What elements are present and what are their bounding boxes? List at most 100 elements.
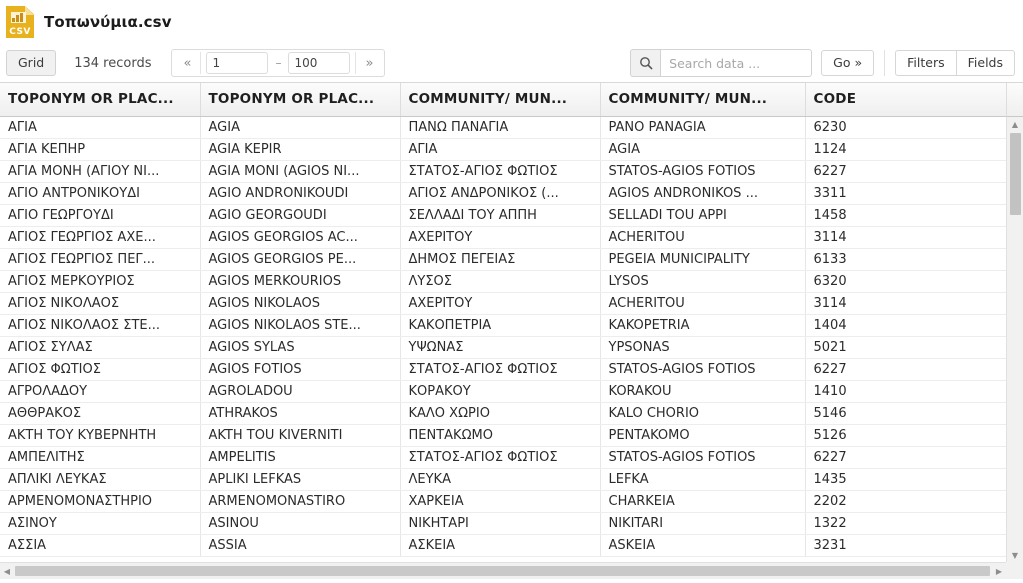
grid-view-button[interactable]: Grid — [6, 50, 57, 76]
table-cell[interactable]: 6230 — [805, 116, 1007, 139]
scroll-left-arrow-icon[interactable]: ◀ — [0, 563, 14, 579]
table-row[interactable]: ΑΓΙΑ ΚΕΠΗΡ AGIA KEPIR ΑΓΙΑ AGIA 1124 — [0, 138, 1007, 161]
table-cell[interactable]: AMPELITIS — [200, 446, 401, 469]
table-cell[interactable]: ΑΠΛΙΚΙ ΛΕΥΚΑΣ — [0, 468, 201, 491]
table-cell[interactable]: 1322 — [805, 512, 1007, 535]
table-cell[interactable]: ΥΨΩΝΑΣ — [400, 336, 601, 359]
table-cell[interactable]: AGIA — [600, 138, 806, 161]
table-cell[interactable]: AGIOS NIKOLAOS STE... — [200, 314, 401, 337]
table-cell[interactable]: 1410 — [805, 380, 1007, 403]
table-row[interactable]: ΑΡΜΕΝΟΜΟΝΑΣΤΗΡΙΟ ARMENOMONASTIRO ΧΑΡΚΕΙΑ CH… — [0, 490, 1007, 513]
table-cell[interactable]: ΑΧΕΡΙΤΟΥ — [400, 226, 601, 249]
table-cell[interactable]: ΑΓΙΟΣ ΓΕΩΡΓΙΟΣ ΑΧΕ... — [0, 226, 201, 249]
table-row[interactable]: ΑΓΙΟΣ ΝΙΚΟΛΑΟΣ ΣΤΕ... AGIOS NIKOLAOS STE.… — [0, 314, 1007, 337]
table-cell[interactable]: SELLADI TOU APPI — [600, 204, 806, 227]
table-cell[interactable]: 1458 — [805, 204, 1007, 227]
first-page-button[interactable]: « — [174, 51, 200, 75]
table-cell[interactable]: ΛΥΣΟΣ — [400, 270, 601, 293]
table-cell[interactable]: 5126 — [805, 424, 1007, 447]
column-header-toponym-en[interactable]: TOPONYM OR PLAC... — [200, 83, 401, 117]
table-cell[interactable]: 6227 — [805, 358, 1007, 381]
table-row[interactable]: ΑΘΘΡΑΚΟΣ ATHRAKOS ΚΑΛΟ ΧΩΡΙΟ KALO CHORIO 514… — [0, 402, 1007, 425]
table-row[interactable]: ΑΣΣΙΑ ASSIA ΑΣΚΕΙΑ ASKEIA 3231 — [0, 534, 1007, 557]
table-cell[interactable]: KAKOPETRIA — [600, 314, 806, 337]
table-cell[interactable]: ΑΓΙΑ ΜΟΝΗ (ΑΓΙΟΥ ΝΙ... — [0, 160, 201, 183]
table-row[interactable]: ΑΠΛΙΚΙ ΛΕΥΚΑΣ APLIKI LEFKAS ΛΕΥΚΑ LEFKA 1435 — [0, 468, 1007, 491]
search-icon[interactable] — [630, 49, 661, 77]
table-cell[interactable]: ΑΡΜΕΝΟΜΟΝΑΣΤΗΡΙΟ — [0, 490, 201, 513]
page-from-input[interactable] — [206, 52, 269, 74]
table-row[interactable]: ΑΓΡΟΛΑΔΟΥ AGROLADOU ΚΟΡΑΚΟΥ KORAKOU 1410 — [0, 380, 1007, 403]
table-cell[interactable]: AGIOS GEORGIOS PE... — [200, 248, 401, 271]
table-cell[interactable]: 1124 — [805, 138, 1007, 161]
scroll-up-arrow-icon[interactable]: ▲ — [1007, 117, 1023, 131]
table-cell[interactable]: AGIOS GEORGIOS AC... — [200, 226, 401, 249]
table-cell[interactable]: ΠΑΝΩ ΠΑΝΑΓΙΑ — [400, 116, 601, 139]
table-cell[interactable]: ΑΓΙΟ ΑΝΤΡΟΝΙΚΟΥΔΙ — [0, 182, 201, 205]
column-header-community-en[interactable]: COMMUNITY/ MUN... — [600, 83, 806, 117]
table-cell[interactable]: ΑΓΙΟΣ ΓΕΩΡΓΙΟΣ ΠΕΓ... — [0, 248, 201, 271]
scroll-down-arrow-icon[interactable]: ▼ — [1007, 548, 1023, 562]
table-cell[interactable]: ACHERITOU — [600, 226, 806, 249]
table-cell[interactable]: 5146 — [805, 402, 1007, 425]
table-row[interactable]: ΑΓΙΟ ΓΕΩΡΓΟΥΔΙ AGIO GEORGOUDI ΣΕΛΛΑΔΙ ΤΟΥ … — [0, 204, 1007, 227]
table-cell[interactable]: ΑΣΙΝΟΥ — [0, 512, 201, 535]
table-cell[interactable]: AGIO ANDRONIKOUDI — [200, 182, 401, 205]
table-cell[interactable]: 6320 — [805, 270, 1007, 293]
table-cell[interactable]: ΑΓΙΑ ΚΕΠΗΡ — [0, 138, 201, 161]
table-cell[interactable]: STATOS-AGIOS FOTIOS — [600, 358, 806, 381]
vertical-scrollbar[interactable]: ▲ ▼ — [1006, 117, 1023, 562]
table-cell[interactable]: CHARKEIA — [600, 490, 806, 513]
table-row[interactable]: ΑΓΙΟΣ ΓΕΩΡΓΙΟΣ ΑΧΕ... AGIOS GEORGIOS AC..… — [0, 226, 1007, 249]
table-cell[interactable]: 6133 — [805, 248, 1007, 271]
table-row[interactable]: ΑΚΤΗ ΤΟΥ ΚΥΒΕΡΝΗΤΗ AKTH TOU KIVERNITI ΠΕΝΤ… — [0, 424, 1007, 447]
table-row[interactable]: ΑΓΙΟ ΑΝΤΡΟΝΙΚΟΥΔΙ AGIO ANDRONIKOUDI ΑΓΙΟΣ … — [0, 182, 1007, 205]
search-go-button[interactable]: Go » — [821, 50, 875, 76]
table-row[interactable]: ΑΓΙΑ AGIA ΠΑΝΩ ΠΑΝΑΓΙΑ PANO PANAGIA 6230 — [0, 116, 1007, 139]
table-cell[interactable]: ΑΓΙΟ ΓΕΩΡΓΟΥΔΙ — [0, 204, 201, 227]
table-cell[interactable]: ΑΘΘΡΑΚΟΣ — [0, 402, 201, 425]
table-cell[interactable]: ΑΓΙΟΣ ΜΕΡΚΟΥΡΙΟΣ — [0, 270, 201, 293]
search-input[interactable] — [660, 49, 813, 77]
table-cell[interactable]: AGIOS ANDRONIKOS ... — [600, 182, 806, 205]
table-cell[interactable]: LEFKA — [600, 468, 806, 491]
column-header-toponym-gr[interactable]: TOPONYM OR PLAC... — [0, 83, 201, 117]
table-row[interactable]: ΑΓΙΟΣ ΦΩΤΙΟΣ AGIOS FOTIOS ΣΤΑΤΟΣ-ΑΓΙΟΣ ΦΩΤ… — [0, 358, 1007, 381]
table-cell[interactable]: STATOS-AGIOS FOTIOS — [600, 446, 806, 469]
horizontal-scroll-thumb[interactable] — [15, 566, 990, 576]
table-cell[interactable]: ΝΙΚΗΤΑΡΙ — [400, 512, 601, 535]
table-cell[interactable]: ΚΑΛΟ ΧΩΡΙΟ — [400, 402, 601, 425]
table-cell[interactable]: APLIKI LEFKAS — [200, 468, 401, 491]
table-cell[interactable]: 3114 — [805, 292, 1007, 315]
table-cell[interactable]: 1435 — [805, 468, 1007, 491]
table-cell[interactable]: 5021 — [805, 336, 1007, 359]
table-cell[interactable]: ΑΓΡΟΛΑΔΟΥ — [0, 380, 201, 403]
table-cell[interactable]: 3311 — [805, 182, 1007, 205]
table-cell[interactable]: ΑΓΙΟΣ ΣΥΛΑΣ — [0, 336, 201, 359]
table-cell[interactable]: AKTH TOU KIVERNITI — [200, 424, 401, 447]
table-row[interactable]: ΑΓΙΟΣ ΓΕΩΡΓΙΟΣ ΠΕΓ... AGIOS GEORGIOS PE..… — [0, 248, 1007, 271]
table-row[interactable]: ΑΓΙΟΣ ΣΥΛΑΣ AGIOS SYLAS ΥΨΩΝΑΣ YPSONAS 5021 — [0, 336, 1007, 359]
table-row[interactable]: ΑΜΠΕΛΙΤΗΣ AMPELITIS ΣΤΑΤΟΣ-ΑΓΙΟΣ ΦΩΤΙΟΣ STA… — [0, 446, 1007, 469]
filters-button[interactable]: Filters — [895, 50, 957, 76]
table-cell[interactable]: AGIA — [200, 116, 401, 139]
table-cell[interactable]: LYSOS — [600, 270, 806, 293]
table-cell[interactable]: AGIOS SYLAS — [200, 336, 401, 359]
table-cell[interactable]: 6227 — [805, 160, 1007, 183]
table-cell[interactable]: ΣΤΑΤΟΣ-ΑΓΙΟΣ ΦΩΤΙΟΣ — [400, 358, 601, 381]
table-cell[interactable]: ΔΗΜΟΣ ΠΕΓΕΙΑΣ — [400, 248, 601, 271]
table-cell[interactable]: ARMENOMONASTIRO — [200, 490, 401, 513]
table-cell[interactable]: ΣΕΛΛΑΔΙ ΤΟΥ ΑΠΠΗ — [400, 204, 601, 227]
table-cell[interactable]: AGIOS NIKOLAOS — [200, 292, 401, 315]
table-cell[interactable]: STATOS-AGIOS FOTIOS — [600, 160, 806, 183]
table-cell[interactable]: KORAKOU — [600, 380, 806, 403]
table-row[interactable]: ΑΓΙΑ ΜΟΝΗ (ΑΓΙΟΥ ΝΙ... AGIA MONI (AGIOS N… — [0, 160, 1007, 183]
table-cell[interactable]: ΚΑΚΟΠΕΤΡΙΑ — [400, 314, 601, 337]
scroll-right-arrow-icon[interactable]: ▶ — [992, 563, 1006, 579]
table-cell[interactable]: 3231 — [805, 534, 1007, 557]
table-cell[interactable]: AGIA KEPIR — [200, 138, 401, 161]
table-cell[interactable]: 6227 — [805, 446, 1007, 469]
table-cell[interactable]: ΛΕΥΚΑ — [400, 468, 601, 491]
table-cell[interactable]: ΑΓΙΟΣ ΦΩΤΙΟΣ — [0, 358, 201, 381]
table-row[interactable]: ΑΓΙΟΣ ΜΕΡΚΟΥΡΙΟΣ AGIOS MERKOURIOS ΛΥΣΟΣ LYS… — [0, 270, 1007, 293]
